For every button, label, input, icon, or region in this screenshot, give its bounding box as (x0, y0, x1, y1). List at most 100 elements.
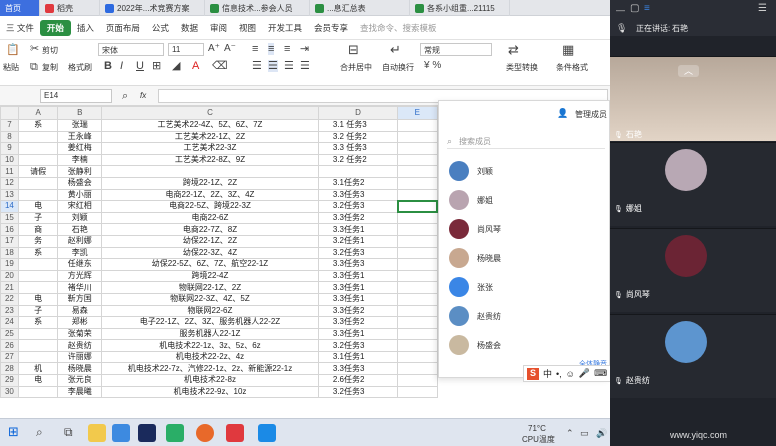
row-header[interactable]: 25 (0, 327, 19, 341)
align-left-icon[interactable]: ☰ (252, 60, 262, 72)
cell[interactable]: 3.3任务3 (317, 258, 399, 271)
tray-volume-icon[interactable]: 🔊 (596, 427, 607, 439)
document-tab[interactable]: 2022年...术竞赛方案 (100, 0, 205, 16)
cell[interactable]: 杨晓晨 (57, 362, 103, 376)
cell[interactable]: 3.3任务1 (317, 269, 399, 283)
cell[interactable]: 赵贵纺 (57, 339, 103, 352)
cell[interactable]: 机电技术22-7z、汽修22-1z、2z、新能源22-1z (101, 362, 319, 376)
member-item[interactable]: 刘颖 (449, 161, 493, 181)
paste-icon[interactable]: 📋 (6, 44, 20, 56)
ime-mode-icon[interactable]: 中 (543, 367, 552, 380)
cell[interactable] (397, 281, 438, 294)
photoshop-icon[interactable] (138, 424, 156, 442)
cell[interactable]: 刘颖 (57, 211, 103, 225)
cell[interactable]: 3.1任务1 (317, 350, 399, 364)
cell[interactable]: 3.2任务3 (317, 385, 399, 399)
cell[interactable]: 李凯 (57, 246, 103, 260)
fx-label[interactable]: fx (140, 91, 146, 100)
store-icon[interactable] (112, 424, 130, 442)
tray-arrow-icon[interactable]: ⌃ (566, 427, 574, 439)
column-header[interactable]: B (57, 106, 103, 120)
row-header[interactable]: 11 (0, 165, 19, 178)
type-convert-icon[interactable]: ⇄ (508, 43, 519, 56)
cell[interactable]: 请假 (17, 165, 59, 178)
justify-icon[interactable]: ☰ (300, 60, 310, 72)
cell[interactable]: 3.2 任务2 (317, 130, 399, 144)
row-header[interactable]: 13 (0, 188, 19, 202)
font-color-icon[interactable]: A (192, 60, 199, 72)
wrap-text-button[interactable]: 自动换行 (382, 62, 414, 73)
cell[interactable]: 2.6任务2 (317, 374, 399, 387)
cell[interactable]: 机电技术22-2z、4z (101, 350, 319, 364)
cell[interactable]: 靳方国 (57, 292, 103, 306)
underline-icon[interactable]: U (136, 60, 144, 72)
cell[interactable]: 跨境22-1Z、2Z (101, 176, 319, 190)
file-explorer-icon[interactable] (88, 424, 106, 442)
cell[interactable]: 石艳 (57, 223, 103, 236)
align-right-icon[interactable]: ☰ (284, 60, 294, 72)
cell[interactable] (397, 130, 438, 144)
cell[interactable] (17, 258, 59, 271)
cell[interactable] (17, 188, 59, 202)
manage-members-icon[interactable]: 👤 (557, 107, 568, 119)
cell[interactable] (17, 130, 59, 144)
cell[interactable]: 物联网22-3Z、4Z、5Z (101, 292, 319, 306)
cell[interactable]: 赵利娜 (57, 234, 103, 248)
cell[interactable]: 电商22-6Z (101, 211, 319, 225)
ime-voice-icon[interactable]: 🎤 (579, 368, 590, 379)
cell[interactable] (397, 269, 438, 283)
merge-icon[interactable]: ⊟ (348, 43, 359, 56)
manage-members-button[interactable]: 管理成员 (575, 109, 607, 120)
cell[interactable]: 电商22-1Z、2Z、3Z、4Z (101, 188, 319, 202)
cell[interactable]: 幼保22-3Z、4Z (101, 246, 319, 260)
cell[interactable]: 服务机器人22-1Z (101, 327, 319, 341)
cell[interactable] (397, 258, 438, 271)
menu-tab[interactable]: 插入 (71, 22, 100, 34)
menu-tab[interactable]: 数据 (175, 22, 204, 34)
cell[interactable]: 务 (17, 234, 59, 248)
cell[interactable] (396, 199, 438, 214)
cell[interactable]: 许丽娜 (57, 350, 103, 364)
cell[interactable]: 幼保22-1Z、2Z (101, 234, 319, 248)
bold-icon[interactable]: B (104, 60, 112, 72)
row-header[interactable]: 30 (0, 385, 19, 399)
document-tab[interactable]: 各系小组重...21115 (410, 0, 510, 16)
align-bottom-icon[interactable]: ≡ (284, 43, 290, 55)
document-tab[interactable]: ...息汇总表 (310, 0, 410, 16)
cell[interactable]: 张静利 (57, 165, 103, 178)
cell[interactable]: 3.2任务1 (317, 234, 399, 248)
row-header[interactable]: 29 (0, 374, 19, 387)
cell[interactable]: 姜红梅 (57, 142, 103, 155)
column-header[interactable]: D (317, 106, 399, 120)
sogou-ime-icon[interactable]: S (527, 367, 539, 380)
cell[interactable] (397, 374, 438, 387)
member-item[interactable]: 张张 (449, 277, 493, 297)
cell[interactable] (17, 339, 59, 352)
cell[interactable]: 褚华川 (57, 281, 103, 294)
row-header[interactable]: 15 (0, 211, 19, 225)
cell[interactable]: 李晨曦 (57, 385, 103, 399)
cell[interactable]: 3.3任务1 (317, 292, 399, 306)
cell[interactable]: 3.2 任务2 (317, 153, 399, 167)
copy-button[interactable]: 复制 (42, 62, 58, 73)
document-tab[interactable]: 信息技术...参会人员 (205, 0, 310, 16)
cell[interactable] (397, 142, 438, 155)
cell[interactable]: 电子22-1Z、2Z、3Z、服务机器人22-2Z (101, 316, 319, 329)
row-header[interactable]: 17 (0, 234, 19, 248)
cell[interactable]: 3.3任务2 (317, 211, 399, 225)
cell[interactable]: 电 (17, 292, 59, 306)
cell[interactable]: 电商22-5Z、跨境22-3Z (101, 200, 319, 213)
cell[interactable] (101, 165, 319, 178)
conditional-format-icon[interactable]: ▦ (562, 43, 574, 56)
cell[interactable]: 黄小丽 (57, 188, 103, 202)
paste-button[interactable]: 粘贴 (3, 62, 19, 73)
cell[interactable]: 系 (17, 316, 59, 329)
cell[interactable]: 电商22-7Z、8Z (101, 223, 319, 236)
row-header[interactable]: 10 (0, 153, 19, 167)
meeting-more-icon[interactable]: ☰ (758, 3, 767, 15)
type-convert-button[interactable]: 类型转换 (506, 62, 538, 73)
cell[interactable]: 张菊荣 (57, 327, 103, 341)
window-restore-icon[interactable]: ▢ (630, 3, 639, 15)
decrease-font-icon[interactable]: A⁻ (224, 43, 236, 55)
meeting-menu-icon[interactable]: ≡ (644, 3, 650, 15)
